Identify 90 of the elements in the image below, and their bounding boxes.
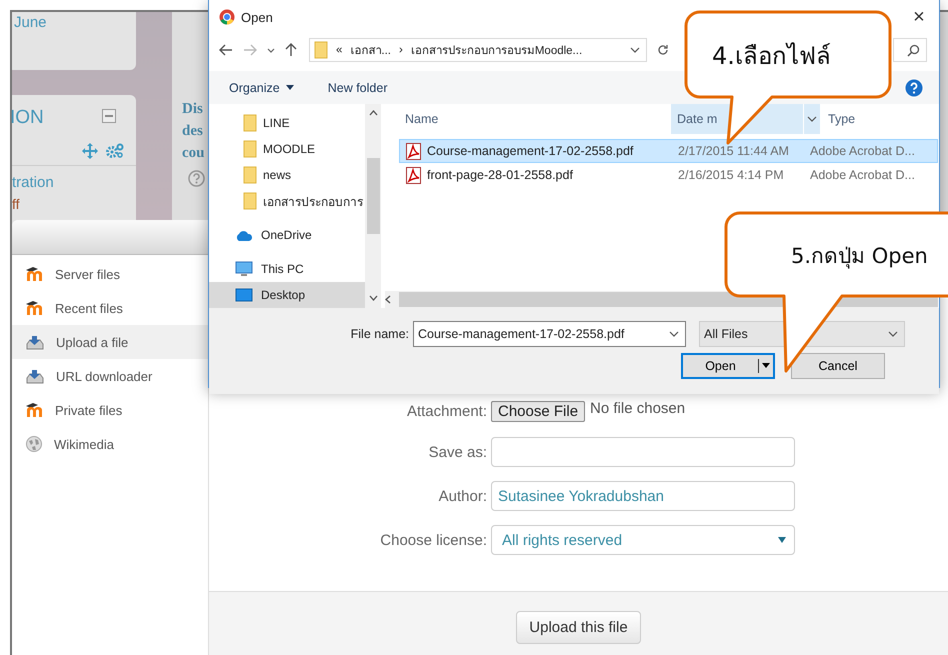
callout-text: 4.เลือกไฟล์ [712,41,831,72]
upload-icon [26,334,44,350]
address-bar[interactable]: « เอกสา... › เอกสารประกอบการอบรมMoodle... [309,38,647,62]
nav-item[interactable]: เอกสารประกอบการ [209,188,365,214]
folder-icon [314,41,328,59]
folder-icon [243,192,257,210]
folder-icon [243,166,257,184]
breadcrumb[interactable]: « [336,44,342,56]
file-row[interactable]: front-page-28-01-2558.pdf 2/16/2015 4:14 PM Adobe Acrobat D... [399,163,938,187]
breadcrumb[interactable]: › [399,44,403,56]
upload-button[interactable]: Upload this file [516,611,641,644]
chevron-down-icon [669,331,679,337]
save-as-field[interactable] [491,437,795,467]
search-icon [907,44,920,56]
organize-menu[interactable]: Organize [229,80,294,94]
callout-text: 5.กดปุ่ม Open [791,243,928,271]
repository-item[interactable]: Upload a file [12,325,208,359]
collapse-icon[interactable] [102,109,116,123]
moodle-icon [26,403,43,417]
file-name: front-page-28-01-2558.pdf [427,168,573,182]
browser-icon [219,9,235,25]
chevron-down-icon[interactable] [807,116,817,122]
choose-file-button[interactable]: Choose File [491,400,586,422]
desktop-icon [235,288,253,302]
repository-item[interactable]: URL downloader [12,359,208,393]
refresh-icon[interactable] [657,44,669,56]
caret-icon [286,85,294,90]
monitor-icon [235,261,253,277]
file-type: Adobe Acrobat D... [809,144,916,158]
repository-item[interactable]: Recent files [12,291,208,325]
file-name-field[interactable]: Course-management-17-02-2558.pdf [413,321,686,347]
nav-item[interactable]: LINE [209,110,365,136]
repository-item[interactable]: Server files [12,257,208,291]
cancel-button[interactable]: Cancel [791,353,885,379]
breadcrumb[interactable]: เอกสา... [350,41,391,59]
upload-icon [26,368,44,384]
field-label: Save as: [428,444,488,460]
field-label: File name: [350,327,410,341]
nav-item[interactable]: MOODLE [209,136,365,162]
chevron-up-icon[interactable] [368,110,378,116]
chevron-down-icon[interactable] [267,48,275,52]
new-folder-button[interactable]: New folder [328,80,388,94]
license-select[interactable]: All rights reserved [491,525,795,555]
file-date: 2/17/2015 11:44 AM [677,144,790,158]
caret-icon [759,362,773,370]
file-type: Adobe Acrobat D... [809,168,916,182]
pdf-icon [406,142,421,160]
file-name: Course-management-17-02-2558.pdf [427,144,634,158]
cloud-icon [235,230,253,240]
folder-icon [243,140,257,158]
file-date: 2/16/2015 4:14 PM [677,168,785,182]
window-title: Open [241,10,274,24]
column-header[interactable]: Type [822,104,938,134]
block-status: ff [12,196,21,212]
pdf-icon [406,166,421,184]
open-button[interactable]: Open [681,353,775,379]
folder-icon [243,114,257,132]
nav-item[interactable]: OneDrive [209,222,365,248]
search-field[interactable] [893,38,927,62]
close-button[interactable]: × [899,4,939,30]
back-arrow-icon[interactable] [219,44,233,56]
caret-icon [778,537,786,543]
calendar-text: June [14,14,47,31]
heading-text: cou [182,144,204,163]
file-row[interactable]: Course-management-17-02-2558.pdf 2/17/2015 11:44 AM Adobe Acrobat D... [399,139,938,163]
heading-text: des [182,122,203,141]
nav-item[interactable]: news [209,162,365,188]
chevron-down-icon [888,331,898,337]
no-file-text: No file chosen [590,400,686,416]
field-label: Author: [438,488,488,504]
help-icon[interactable] [905,78,923,96]
chevron-down-icon[interactable] [368,295,378,301]
breadcrumb[interactable]: เอกสารประกอบการอบรมMoodle... [410,41,582,59]
globe-icon [26,436,42,452]
nav-item[interactable]: This PC [209,256,365,282]
author-field[interactable]: Sutasinee Yokradubshan [491,481,795,511]
repository-item[interactable]: Wikimedia [12,427,208,461]
chevron-down-icon[interactable] [630,47,640,53]
column-header[interactable]: Name [385,104,671,134]
nav-item[interactable]: Desktop [209,282,365,308]
heading-text: Dis [182,100,203,119]
scrollbar[interactable] [365,104,381,308]
moodle-icon [26,301,43,315]
help-icon[interactable] [188,170,205,187]
repository-item[interactable]: Private files [12,393,208,427]
chevron-left-icon[interactable] [385,295,391,304]
field-label: Choose license: [380,532,488,548]
moodle-icon [26,267,43,281]
up-arrow-icon[interactable] [285,43,297,57]
field-label: Attachment: [406,402,488,420]
